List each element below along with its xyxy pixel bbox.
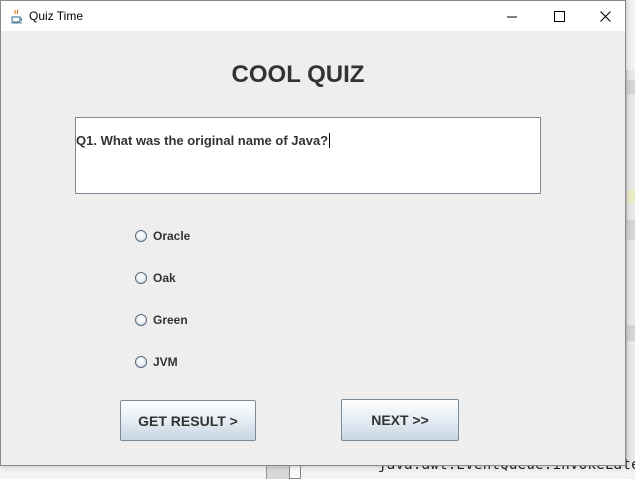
quiz-window: Quiz Time COOL QUIZ Q1. What was the ori… — [0, 0, 626, 466]
option-label: Oracle — [153, 229, 191, 243]
close-button[interactable] — [582, 1, 628, 31]
get-result-button[interactable]: GET RESULT > — [120, 400, 256, 441]
window-title: Quiz Time — [29, 9, 84, 23]
radio-button-icon[interactable] — [135, 272, 147, 284]
option-label: Green — [153, 313, 188, 327]
option-oracle[interactable]: Oracle — [135, 228, 190, 244]
ide-gutter — [266, 466, 289, 479]
option-label: JVM — [153, 355, 178, 369]
java-coffee-cup-icon — [9, 8, 25, 24]
radio-button-icon[interactable] — [135, 230, 147, 242]
option-oak[interactable]: Oak — [135, 270, 176, 286]
question-text-area[interactable]: Q1. What was the original name of Java? — [75, 117, 541, 194]
option-green[interactable]: Green — [135, 312, 188, 328]
minimize-icon — [506, 7, 518, 26]
maximize-button[interactable] — [536, 1, 582, 31]
minimize-button[interactable] — [489, 1, 535, 31]
option-label: Oak — [153, 271, 176, 285]
quiz-heading: COOL QUIZ — [231, 61, 365, 88]
question-text: Q1. What was the original name of Java? — [76, 133, 331, 148]
maximize-icon — [553, 7, 565, 26]
ide-side-panel — [626, 70, 635, 470]
text-caret — [329, 133, 331, 148]
radio-button-icon[interactable] — [135, 314, 147, 326]
close-icon — [599, 7, 611, 26]
option-jvm[interactable]: JVM — [135, 354, 178, 370]
radio-button-icon[interactable] — [135, 356, 147, 368]
next-button[interactable]: NEXT >> — [341, 399, 459, 441]
title-bar[interactable]: Quiz Time — [1, 1, 625, 31]
